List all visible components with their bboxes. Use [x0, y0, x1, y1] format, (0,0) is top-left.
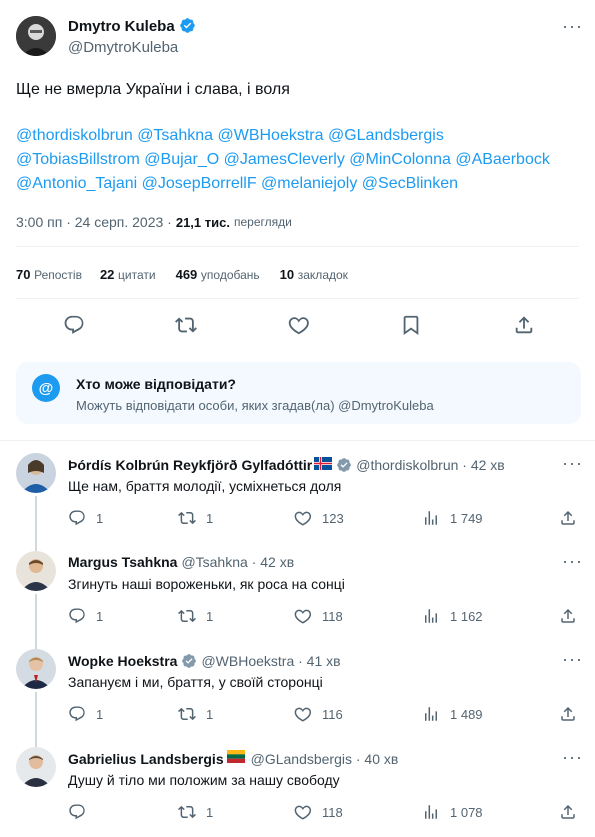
- like-count: 118: [322, 804, 343, 820]
- repost-button[interactable]: 1: [178, 509, 213, 527]
- at-sign-icon: @: [32, 374, 60, 402]
- like-count: 118: [322, 608, 343, 624]
- like-button[interactable]: 118: [294, 607, 343, 625]
- thread-connector: [35, 496, 37, 552]
- reply-button[interactable]: 1: [68, 607, 103, 625]
- views-button[interactable]: 1 749: [422, 509, 483, 527]
- stats-row: 70 Репостів 22 цитати 469 уподобань 10 з…: [16, 267, 348, 282]
- lithuania-flag-icon: [226, 750, 245, 768]
- reply-author-name[interactable]: Wopke Hoekstra: [68, 653, 177, 669]
- views-label: перегляди: [233, 215, 292, 229]
- likes-count: 469: [175, 267, 198, 282]
- verified-badge-icon: [179, 17, 196, 35]
- reply-text: Душу й тіло ми положим за нашу свободу: [68, 772, 340, 788]
- share-icon[interactable]: [559, 509, 577, 532]
- reply-text: Запануєм і ми, браття, у своїй сторонці: [68, 674, 323, 690]
- repost-button[interactable]: 1: [178, 607, 213, 625]
- reply-count: 1: [96, 706, 104, 722]
- quotes-label: цитати: [118, 268, 156, 282]
- reply-text: Ще нам, браття молодії, усміхнеться доля: [68, 478, 342, 494]
- divider: [0, 440, 595, 441]
- bookmarks-count: 10: [279, 267, 295, 282]
- reposts-count: 70: [16, 267, 31, 282]
- views-button[interactable]: 1 162: [422, 607, 483, 625]
- more-options-icon[interactable]: ···: [562, 16, 583, 37]
- reply-button[interactable]: [68, 803, 96, 821]
- repost-count: 1: [206, 608, 214, 624]
- reply-text: Згинуть наші вороженьки, як роса на сонц…: [68, 576, 345, 592]
- share-icon[interactable]: [559, 803, 577, 826]
- reply-button[interactable]: 1: [68, 705, 103, 723]
- mentions-line-2[interactable]: @TobiasBillstrom @Bujar_O @JamesCleverly…: [16, 151, 550, 169]
- like-button[interactable]: 118: [294, 803, 343, 821]
- divider: [16, 298, 579, 299]
- reply-button[interactable]: 1: [68, 509, 103, 527]
- repost-count: 1: [206, 804, 214, 820]
- like-button[interactable]: 123: [294, 509, 344, 527]
- more-options-icon[interactable]: ···: [562, 747, 583, 768]
- tweet-text: Ще не вмерла України і слава, і воля: [16, 81, 290, 98]
- avatar[interactable]: [16, 16, 56, 56]
- repost-icon[interactable]: [175, 314, 197, 341]
- verified-badge-icon: [181, 652, 197, 670]
- like-button[interactable]: 116: [294, 705, 343, 723]
- notice-title: Хто може відповідати?: [76, 376, 236, 392]
- like-icon[interactable]: [288, 314, 310, 341]
- author-handle[interactable]: @DmytroKuleba: [68, 39, 178, 56]
- reply-author-name[interactable]: Gabrielius Landsbergis: [68, 751, 224, 767]
- verified-badge-icon: [336, 456, 352, 473]
- share-icon[interactable]: [559, 607, 577, 630]
- repost-count: 1: [206, 706, 214, 722]
- like-count: 123: [322, 510, 344, 526]
- reply-author-handle[interactable]: @Tsahkna · 42 хв: [181, 554, 294, 570]
- notice-subtitle: Можуть відповідати особи, яких згадав(ла…: [76, 398, 434, 413]
- iceland-flag-icon: [314, 456, 333, 473]
- bookmarks-label: закладок: [297, 268, 348, 282]
- views-count: 1 162: [450, 608, 483, 624]
- thread-connector: [35, 594, 37, 650]
- quotes-stat[interactable]: 22 цитати: [100, 267, 156, 282]
- views-count: 1 078: [450, 804, 483, 820]
- reply-author-name[interactable]: Þórdís Kolbrún Reykfjörð Gylfadóttir: [68, 457, 312, 473]
- views-count: 21,1 тис.: [175, 214, 230, 230]
- avatar[interactable]: [16, 649, 56, 689]
- mentions-line-3[interactable]: @Antonio_Tajani @JosepBorrellF @melaniej…: [16, 175, 458, 193]
- repost-button[interactable]: 1: [178, 803, 213, 821]
- reply-author-handle[interactable]: @GLandsbergis · 40 хв: [251, 751, 399, 767]
- views-button[interactable]: 1 489: [422, 705, 483, 723]
- reply-author-handle[interactable]: @WBHoekstra · 41 хв: [201, 653, 340, 669]
- avatar[interactable]: [16, 551, 56, 591]
- repost-button[interactable]: 1: [178, 705, 213, 723]
- reply-count: 1: [96, 608, 104, 624]
- more-options-icon[interactable]: ···: [562, 649, 583, 670]
- quotes-count: 22: [99, 267, 115, 282]
- reply-icon[interactable]: [63, 314, 85, 341]
- mentions-line-1[interactable]: @thordiskolbrun @Tsahkna @WBHoekstra @GL…: [16, 127, 444, 145]
- reply-author-name[interactable]: Margus Tsahkna: [68, 554, 177, 570]
- likes-stat[interactable]: 469 уподобань: [176, 267, 260, 282]
- repost-count: 1: [206, 510, 214, 526]
- bookmarks-stat[interactable]: 10 закладок: [280, 267, 348, 282]
- divider: [16, 246, 579, 247]
- share-icon[interactable]: [513, 314, 535, 341]
- likes-label: уподобань: [200, 268, 260, 282]
- who-can-reply-notice: @ Хто може відповідати? Можуть відповіда…: [16, 362, 581, 424]
- more-options-icon[interactable]: ···: [562, 551, 583, 572]
- reply-count: 1: [96, 510, 104, 526]
- avatar[interactable]: [16, 747, 56, 787]
- more-options-icon[interactable]: ···: [562, 453, 583, 474]
- views-count: 1 749: [450, 510, 483, 526]
- reposts-label: Репостів: [34, 268, 82, 282]
- reposts-stat[interactable]: 70 Репостів: [16, 267, 82, 282]
- author-name[interactable]: Dmytro Kuleba: [68, 18, 175, 35]
- bookmark-icon[interactable]: [400, 314, 422, 341]
- like-count: 116: [322, 706, 343, 722]
- thread-connector: [35, 692, 37, 748]
- views-button[interactable]: 1 078: [422, 803, 483, 821]
- tweet-timestamp[interactable]: 3:00 пп · 24 серп. 2023 ·: [16, 214, 172, 230]
- avatar[interactable]: [16, 453, 56, 493]
- share-icon[interactable]: [559, 705, 577, 728]
- reply-author-handle[interactable]: @thordiskolbrun · 42 хв: [356, 457, 505, 473]
- views-count: 1 489: [450, 706, 483, 722]
